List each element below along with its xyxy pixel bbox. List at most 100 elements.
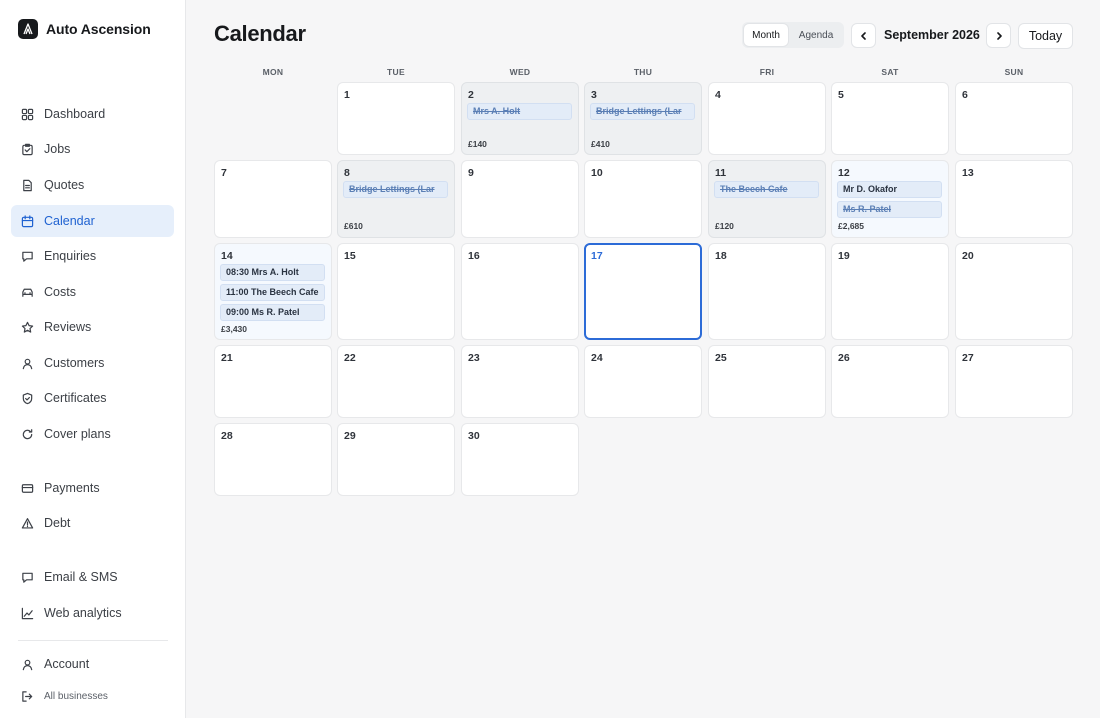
calendar-day[interactable]: 2 Mrs A. Holt £140	[461, 82, 579, 155]
day-number: 11	[715, 167, 727, 179]
calendar-day[interactable]: 28	[214, 423, 332, 496]
calendar-day[interactable]: 25	[708, 345, 826, 418]
calendar-day[interactable]: 19	[831, 243, 949, 340]
day-total: £610	[344, 221, 363, 231]
calendar-day-today[interactable]: 17	[584, 243, 702, 340]
weekday-header: MON	[262, 67, 284, 77]
star-icon	[21, 321, 34, 334]
nav-item-costs[interactable]: Costs	[11, 276, 174, 308]
calendar-day[interactable]: 22	[337, 345, 455, 418]
calendar-day[interactable]: 1	[337, 82, 455, 155]
nav-label: Costs	[44, 285, 76, 299]
day-number: 24	[591, 352, 603, 364]
user-icon	[21, 357, 34, 370]
day-number: 25	[715, 352, 727, 364]
calendar-day[interactable]: 20	[955, 243, 1073, 340]
nav-label: All businesses	[44, 690, 108, 702]
calendar-day[interactable]: 12 Mr D. Okafor Ms R. Patel £2,685	[831, 160, 949, 238]
nav-label: Dashboard	[44, 107, 106, 121]
nav-item-web-analytics[interactable]: Web analytics	[11, 597, 174, 629]
calendar-day[interactable]: 10	[584, 160, 702, 238]
calendar-day[interactable]: 13	[955, 160, 1073, 238]
view-agenda-button[interactable]: Agenda	[790, 24, 842, 46]
nav-label: Certificates	[44, 391, 107, 405]
calendar-day[interactable]: 26	[831, 345, 949, 418]
nav-item-jobs[interactable]: Jobs	[11, 133, 174, 165]
calendar-day[interactable]: 16	[461, 243, 579, 340]
calendar-day[interactable]: 27	[955, 345, 1073, 418]
nav-item-all-businesses[interactable]: All businesses	[11, 680, 174, 712]
nav-label: Cover plans	[44, 427, 111, 441]
next-month-button[interactable]	[986, 23, 1011, 48]
calendar-event[interactable]: 11:00 The Beech Cafe	[220, 284, 325, 301]
day-number: 4	[715, 89, 721, 101]
account-icon	[21, 658, 34, 671]
calendar-day[interactable]: 9	[461, 160, 579, 238]
warning-icon	[21, 517, 34, 530]
nav-item-email-sms[interactable]: Email & SMS	[11, 561, 174, 593]
nav-label: Quotes	[44, 178, 85, 192]
nav-label: Payments	[44, 481, 100, 495]
calendar-day[interactable]: 8 Bridge Lettings (Lar £610	[337, 160, 455, 238]
day-total: £120	[715, 221, 734, 231]
calendar-event[interactable]: Bridge Lettings (Lar	[590, 103, 695, 120]
calendar-day[interactable]: 15	[337, 243, 455, 340]
weekday-header: FRI	[759, 67, 775, 77]
calendar-event[interactable]: Bridge Lettings (Lar	[343, 181, 448, 198]
calendar-event[interactable]: Mrs A. Holt	[467, 103, 572, 120]
calendar-event[interactable]: 08:30 Mrs A. Holt	[220, 264, 325, 281]
calendar-day[interactable]: 24	[584, 345, 702, 418]
nav-label: Customers	[44, 356, 105, 370]
calendar-event[interactable]: 09:00 Ms R. Patel	[220, 304, 325, 321]
calendar-day[interactable]: 7	[214, 160, 332, 238]
calendar-day[interactable]: 6	[955, 82, 1073, 155]
weekday-header: TUE	[387, 67, 405, 77]
calendar-day[interactable]: 14 08:30 Mrs A. Holt 11:00 The Beech Caf…	[214, 243, 332, 340]
calendar-event[interactable]: Ms R. Patel	[837, 201, 942, 218]
calendar-day[interactable]: 23	[461, 345, 579, 418]
message-icon	[21, 571, 34, 584]
view-month-button[interactable]: Month	[744, 24, 789, 46]
weekday-header: SAT	[881, 67, 899, 77]
calendar-day[interactable]: 3 Bridge Lettings (Lar £410	[584, 82, 702, 155]
day-number: 7	[221, 167, 227, 179]
nav-label: Debt	[44, 516, 71, 530]
nav-item-reviews[interactable]: Reviews	[11, 311, 174, 343]
calendar-day[interactable]: 30	[461, 423, 579, 496]
calendar-event[interactable]: Mr D. Okafor	[837, 181, 942, 198]
nav-item-customers[interactable]: Customers	[11, 347, 174, 379]
today-button[interactable]: Today	[1018, 23, 1073, 49]
day-total: £140	[468, 139, 487, 149]
calendar-day[interactable]: 21	[214, 345, 332, 418]
calendar-day[interactable]: 4	[708, 82, 826, 155]
nav-item-cover-plans[interactable]: Cover plans	[11, 418, 174, 450]
calendar-icon	[21, 214, 34, 228]
nav-item-calendar[interactable]: Calendar	[11, 205, 174, 237]
day-number: 12	[838, 167, 850, 179]
weekday-header: THU	[633, 67, 653, 77]
day-number: 18	[715, 250, 727, 262]
chevron-right-icon	[996, 31, 1002, 40]
nav-item-debt[interactable]: Debt	[11, 507, 174, 539]
brand[interactable]: Auto Ascension	[18, 19, 151, 39]
day-total: £2,685	[838, 221, 864, 231]
nav-item-account[interactable]: Account	[11, 648, 174, 680]
day-number: 22	[344, 352, 356, 364]
nav-item-dashboard[interactable]: Dashboard	[11, 98, 174, 130]
calendar-day[interactable]: 18	[708, 243, 826, 340]
day-number: 28	[221, 430, 233, 442]
nav-item-enquiries[interactable]: Enquiries	[11, 240, 174, 272]
sidebar: Auto Ascension Dashboard Jobs Quotes Cal…	[0, 0, 186, 718]
nav-item-certificates[interactable]: Certificates	[11, 382, 174, 414]
nav-item-quotes[interactable]: Quotes	[11, 169, 174, 201]
calendar-day[interactable]: 5	[831, 82, 949, 155]
day-number: 5	[838, 89, 844, 101]
calendar-event[interactable]: The Beech Cafe	[714, 181, 819, 198]
day-number: 27	[962, 352, 974, 364]
calendar-day[interactable]: 29	[337, 423, 455, 496]
day-number: 16	[468, 250, 480, 262]
prev-month-button[interactable]	[851, 23, 876, 48]
calendar-day[interactable]: 11 The Beech Cafe £120	[708, 160, 826, 238]
nav-item-payments[interactable]: Payments	[11, 472, 174, 504]
brand-name: Auto Ascension	[46, 21, 151, 37]
